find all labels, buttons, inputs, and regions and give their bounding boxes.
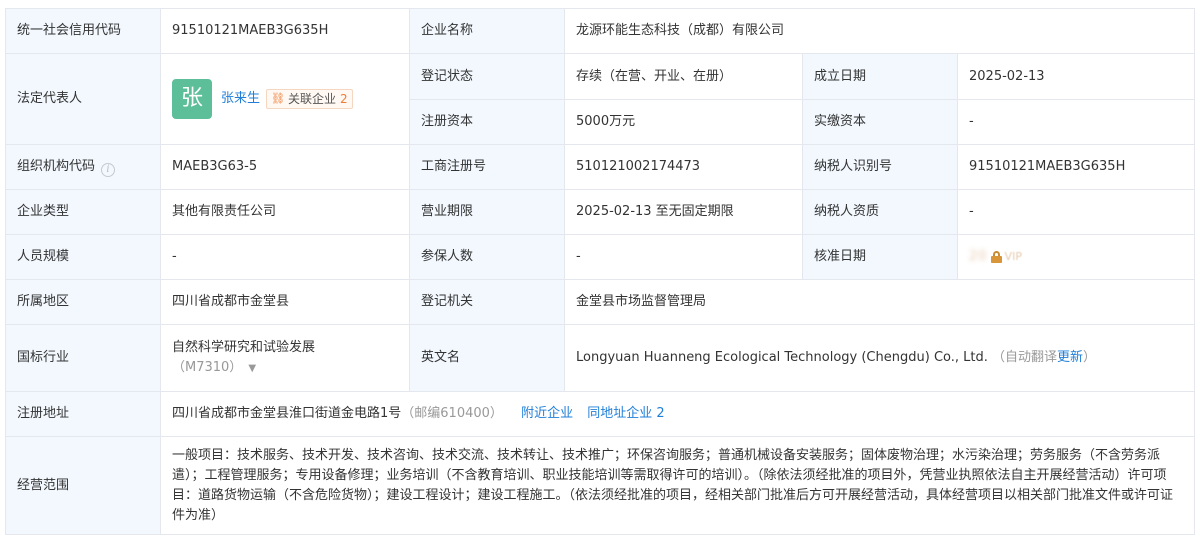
row-staff-size: 人员规模 - 参保人数 - 核准日期 20 VIP: [5, 234, 1196, 280]
vip-locked-value[interactable]: 20 VIP: [969, 247, 1022, 267]
row-biz-scope: 经营范围 一般项目：技术服务、技术开发、技术咨询、技术交流、技术转让、技术推广；…: [5, 436, 1196, 535]
industry-code-toggle[interactable]: （M7310） ▼: [172, 358, 398, 379]
taxpayer-qual-label: 纳税人资质: [802, 189, 958, 235]
row-region: 所属地区 四川省成都市金堂县 登记机关 金堂县市场监督管理局: [5, 279, 1196, 325]
paid-capital-value: -: [956, 99, 1196, 145]
established-value: 2025-02-13: [956, 53, 1196, 100]
taxpayer-qual-value: -: [956, 189, 1196, 235]
company-info-table: 统一社会信用代码 91510121MAEB3G635H 企业名称 龙源环能生态科…: [5, 8, 1196, 535]
reg-authority-label: 登记机关: [409, 279, 565, 325]
row-industry: 国标行业 自然科学研究和试验发展 （M7310） ▼ 英文名 Longyuan H…: [5, 324, 1196, 392]
auto-translate-note: （自动翻译: [992, 350, 1058, 365]
company-type-label: 企业类型: [5, 189, 161, 235]
approval-date-cell: 20 VIP: [956, 234, 1196, 280]
region-value: 四川省成都市金堂县: [160, 279, 410, 325]
org-code-label: 组织机构代码: [17, 159, 96, 174]
postcode: （邮编610400）: [401, 406, 503, 421]
org-code-value: MAEB3G63-5: [160, 144, 410, 190]
legal-rep: 张 张来生 ⛓ 关联企业 2: [172, 79, 398, 119]
industry-code: （M7310）: [172, 359, 243, 375]
insured-value: -: [564, 234, 803, 280]
english-name-cell: Longyuan Huanneng Ecological Technology …: [563, 324, 1196, 392]
taxpayer-id-label: 纳税人识别号: [802, 144, 958, 190]
biz-scope-label: 经营范围: [5, 436, 161, 535]
staff-size-value: -: [160, 234, 410, 280]
nearby-companies-link[interactable]: 附近企业: [521, 406, 573, 421]
same-address-label: 同地址企业: [587, 406, 653, 421]
company-type-value: 其他有限责任公司: [160, 189, 410, 235]
related-companies-count: 2: [340, 92, 348, 106]
link-nodes-icon: ⛓: [271, 92, 285, 105]
reg-capital-label: 注册资本: [409, 99, 565, 145]
legal-rep-name-link[interactable]: 张来生: [221, 89, 260, 109]
credit-code-value: 91510121MAEB3G635H: [160, 8, 410, 54]
biz-reg-no-value: 510121002174473: [564, 144, 803, 190]
paid-capital-label: 实缴资本: [802, 99, 958, 145]
reg-status-value: 存续（在营、开业、在册）: [564, 53, 803, 100]
row-company-type: 企业类型 其他有限责任公司 营业期限 2025-02-13 至无固定期限 纳税人…: [5, 189, 1196, 235]
update-translation-link[interactable]: 更新: [1057, 350, 1083, 365]
row-reg-address: 注册地址 四川省成都市金堂县淮口街道金电路1号（邮编610400） 附近企业 同…: [5, 391, 1196, 437]
insured-label: 参保人数: [409, 234, 565, 280]
row-credit-code: 统一社会信用代码 91510121MAEB3G635H 企业名称 龙源环能生态科…: [5, 8, 1196, 54]
row-reg-status: 法定代表人 张 张来生 ⛓ 关联企业 2 登记状态 存续（在营、开业、在册） 成…: [5, 53, 1196, 145]
approval-date-label: 核准日期: [802, 234, 958, 280]
lock-icon: [990, 251, 1002, 263]
reg-capital-value: 5000万元: [564, 99, 803, 145]
staff-size-label: 人员规模: [5, 234, 161, 280]
same-address-count: 2: [656, 406, 665, 421]
related-companies-label: 关联企业: [287, 92, 336, 106]
industry-label: 国标行业: [5, 324, 161, 392]
english-name-label: 英文名: [409, 324, 565, 392]
credit-code-label: 统一社会信用代码: [5, 8, 161, 54]
auto-translate-close: ）: [1083, 350, 1097, 365]
reg-address-cell: 四川省成都市金堂县淮口街道金电路1号（邮编610400） 附近企业 同地址企业 …: [159, 391, 1196, 437]
biz-scope-value: 一般项目：技术服务、技术开发、技术咨询、技术交流、技术转让、技术推广；环保咨询服…: [159, 436, 1196, 535]
reg-address-value: 四川省成都市金堂县淮口街道金电路1号: [172, 406, 402, 421]
row-org-code: 组织机构代码 i MAEB3G63-5 工商注册号 510121002174473…: [5, 144, 1196, 190]
reg-status-label: 登记状态: [409, 53, 565, 100]
same-address-companies-link[interactable]: 同地址企业 2: [587, 406, 664, 421]
reg-address-label: 注册地址: [5, 391, 161, 437]
company-name-value: 龙源环能生态科技（成都）有限公司: [563, 8, 1196, 54]
related-companies-badge[interactable]: ⛓ 关联企业 2: [266, 89, 353, 109]
vip-label: VIP: [1004, 250, 1022, 263]
org-code-label-cell: 组织机构代码 i: [5, 144, 161, 190]
taxpayer-id-value: 91510121MAEB3G635H: [956, 144, 1196, 190]
legal-rep-label: 法定代表人: [5, 53, 161, 145]
avatar[interactable]: 张: [172, 79, 212, 119]
established-label: 成立日期: [802, 53, 958, 100]
biz-term-value: 2025-02-13 至无固定期限: [564, 189, 803, 235]
region-label: 所属地区: [5, 279, 161, 325]
english-name-value: Longyuan Huanneng Ecological Technology …: [576, 350, 988, 365]
company-name-label: 企业名称: [409, 8, 565, 54]
biz-reg-no-label: 工商注册号: [409, 144, 565, 190]
reg-authority-value: 金堂县市场监督管理局: [563, 279, 1196, 325]
info-icon[interactable]: i: [101, 163, 116, 177]
chevron-down-icon: ▼: [248, 362, 257, 374]
industry-cell: 自然科学研究和试验发展 （M7310） ▼: [160, 324, 410, 392]
blurred-value: 20: [969, 249, 988, 264]
industry-value: 自然科学研究和试验发展: [172, 339, 316, 355]
legal-rep-cell: 张 张来生 ⛓ 关联企业 2: [160, 53, 410, 145]
biz-term-label: 营业期限: [409, 189, 565, 235]
